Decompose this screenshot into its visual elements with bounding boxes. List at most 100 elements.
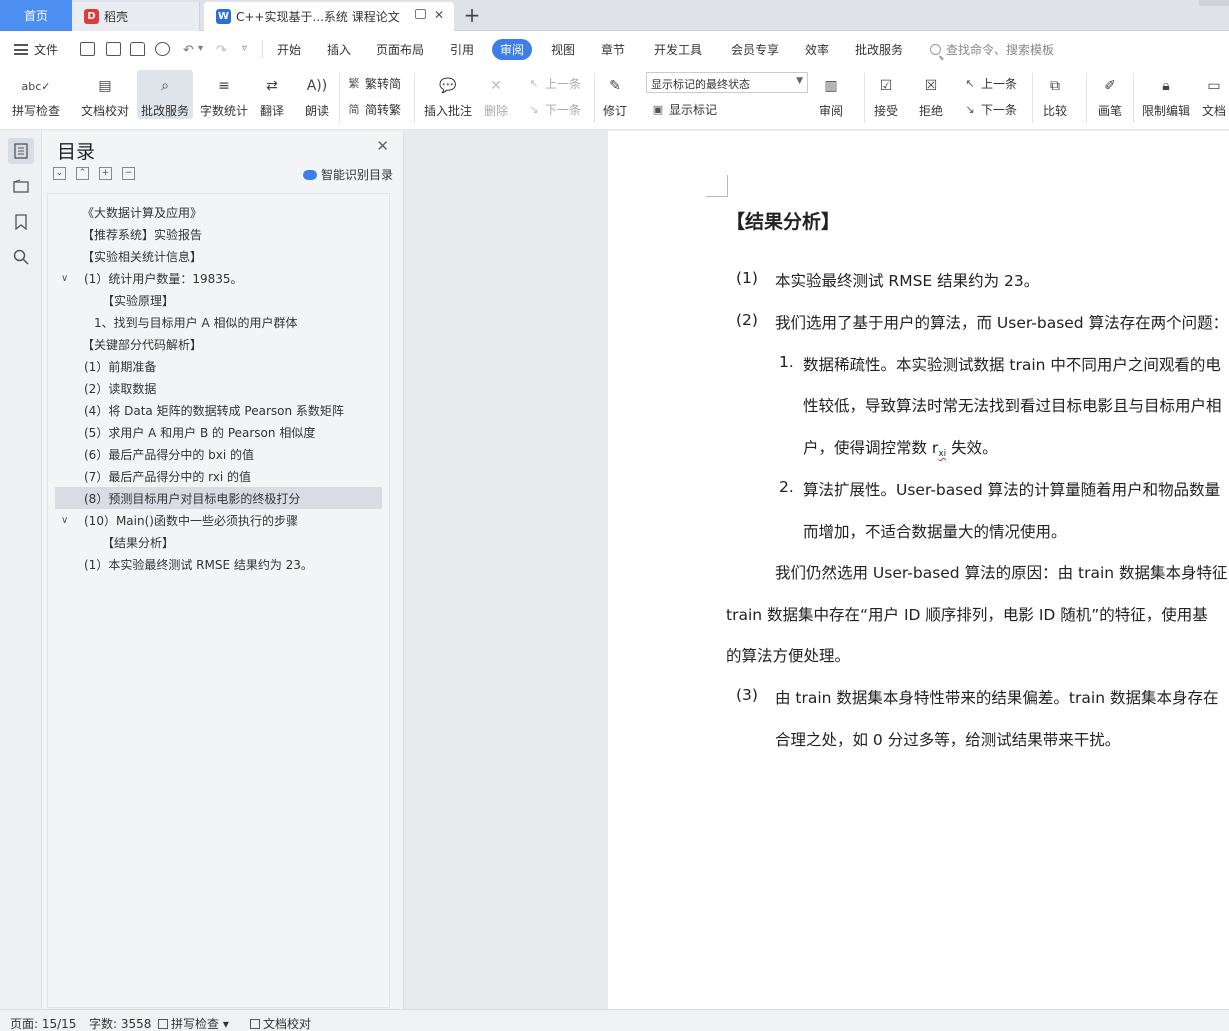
prev-change-button[interactable]: ↖ 上一条 xyxy=(963,75,1017,92)
chapter-rail-button[interactable] xyxy=(8,173,34,199)
search-icon xyxy=(930,44,941,55)
revise-button[interactable]: ✎ 修订 xyxy=(602,70,628,119)
proofread-status-label: 文档校对 xyxy=(263,1017,312,1031)
insert-comment-button[interactable]: 💬 插入批注 xyxy=(424,70,472,119)
toc-item[interactable]: 【推荐系统】实验报告 xyxy=(55,223,382,245)
spellcheck-status[interactable]: 拼写检查 ▾ xyxy=(158,1015,229,1031)
tab-document[interactable]: W C++实现基于...系统 课程论文 ✕ xyxy=(204,2,454,31)
simp-to-trad-button[interactable]: 简 简转繁 xyxy=(347,101,402,118)
export-pdf-icon[interactable] xyxy=(106,42,121,56)
doc-check-button[interactable]: ▤ 文档校对 xyxy=(81,70,129,119)
toc-item[interactable]: ∨ (10）Main()函数中一些必须执行的步骤 xyxy=(55,509,382,531)
find-rail-button[interactable] xyxy=(8,244,34,270)
list-item-text: 而增加，不适合数据量大的情况使用。 xyxy=(803,523,1067,541)
save-icon[interactable] xyxy=(80,42,95,56)
undo-icon[interactable]: ↶ xyxy=(183,43,194,58)
float-window-icon[interactable] xyxy=(415,9,426,19)
menu-efficiency[interactable]: 效率 xyxy=(805,41,829,58)
delete-comment-button[interactable]: ✕ 删除 xyxy=(483,70,509,119)
redo-icon[interactable]: ↷ xyxy=(216,43,227,58)
print-preview-icon[interactable] xyxy=(155,42,170,56)
menu-review[interactable]: 审阅 xyxy=(492,39,533,60)
toc-item[interactable]: (4）将 Data 矩阵的数据转成 Pearson 系数矩阵 xyxy=(55,399,382,421)
toc-item[interactable]: (8）预测目标用户对目标电影的终极打分 xyxy=(55,487,382,509)
pen-button[interactable]: ✐ 画笔 xyxy=(1097,70,1123,119)
toc-item[interactable]: (1）前期准备 xyxy=(55,355,382,377)
undo-dropdown-icon[interactable]: ▾ xyxy=(198,43,203,54)
toc-rail-button[interactable] xyxy=(8,138,34,164)
toc-item[interactable]: (7）最后产品得分中的 rxi 的值 xyxy=(55,465,382,487)
spellcheck-button[interactable]: abc✓ 拼写检查 xyxy=(12,70,60,119)
list-item-text: 数据稀疏性。本实验测试数据 train 中不同用户之间观看的电 xyxy=(803,356,1221,374)
trad-to-simp-label: 繁转简 xyxy=(365,77,402,91)
correction-service-button[interactable]: ⌕ 批改服务 xyxy=(137,70,194,119)
document-page[interactable]: 【结果分析】 (1) 本实验最终测试 RMSE 结果约为 23。 (2) 我们选… xyxy=(608,131,1229,1009)
chevron-down-icon[interactable]: ∨ xyxy=(61,515,68,526)
restrict-edit-button[interactable]: 🔒︎ 限制编辑 xyxy=(1142,70,1190,119)
toc-item[interactable]: ∨ (1）统计用户数量：19835。 xyxy=(55,267,382,289)
proofread-status[interactable]: 文档校对 xyxy=(250,1015,311,1031)
next-change-button[interactable]: ↘ 下一条 xyxy=(963,101,1017,118)
menu-reference[interactable]: 引用 xyxy=(450,41,474,58)
smart-toc-button[interactable]: 智能识别目录 xyxy=(302,166,393,183)
word-count-button[interactable]: ≡ 字数统计 xyxy=(200,70,248,119)
show-marks-button[interactable]: ▣ 显示标记 xyxy=(651,101,717,118)
menu-insert[interactable]: 插入 xyxy=(327,41,351,58)
toc-item[interactable]: 【实验相关统计信息】 xyxy=(55,245,382,267)
menu-start[interactable]: 开始 xyxy=(277,41,301,58)
accept-button[interactable]: ☑ 接受 xyxy=(873,70,899,119)
toc-item[interactable]: 1、找到与目标用户 A 相似的用户群体 xyxy=(55,311,382,333)
bookmark-rail-button[interactable] xyxy=(8,209,34,235)
trad-to-simp-button[interactable]: 繁 繁转简 xyxy=(347,75,402,92)
toc-item[interactable]: 【实验原理】 xyxy=(55,289,382,311)
command-search[interactable]: 查找命令、搜索模板 xyxy=(930,41,1054,58)
new-tab-button[interactable]: + xyxy=(460,3,484,27)
toc-item[interactable]: 【结果分析】 xyxy=(55,531,382,553)
chevron-down-icon[interactable]: ∨ xyxy=(61,273,68,284)
review-dropdown-button[interactable]: ▥ 审阅 xyxy=(818,70,844,119)
collapse-all-icon[interactable]: ⌄ xyxy=(53,167,66,180)
toc-item[interactable]: 【关键部分代码解析】 xyxy=(55,333,382,355)
file-menu-label: 文件 xyxy=(34,43,59,57)
next-comment-button[interactable]: ↘ 下一条 xyxy=(527,101,581,118)
toc-item[interactable]: 《大数据计算及应用》 xyxy=(55,201,382,223)
menu-chapter[interactable]: 章节 xyxy=(601,41,625,58)
tab-home[interactable]: 首页 xyxy=(0,0,72,31)
window-edge xyxy=(1199,0,1229,6)
doc-rights-button[interactable]: ▭ 文档 xyxy=(1201,70,1227,119)
read-aloud-button[interactable]: A)) 朗读 xyxy=(304,70,330,119)
page-indicator[interactable]: 页面: 15/15 xyxy=(10,1015,76,1031)
tab-daoke[interactable]: D 稻壳 xyxy=(72,2,200,31)
close-icon[interactable]: ✕ xyxy=(376,137,389,155)
toc-item[interactable]: (2）读取数据 xyxy=(55,377,382,399)
menu-dev-tools[interactable]: 开发工具 xyxy=(654,41,702,58)
menu-member[interactable]: 会员专享 xyxy=(731,41,779,58)
remove-heading-icon[interactable]: − xyxy=(122,167,135,180)
add-heading-icon[interactable]: + xyxy=(99,167,112,180)
toc-item[interactable]: (5）求用户 A 和用户 B 的 Pearson 相似度 xyxy=(55,421,382,443)
toc-pane: 目录 ✕ ⌄ ⌃ + − 智能识别目录 《大数据计算及应用》 【推荐系统】实验报告… xyxy=(42,131,404,1009)
nav-rail xyxy=(0,131,42,1009)
mark-state-select[interactable]: 显示标记的最终状态 ▼ xyxy=(646,72,808,93)
reject-icon: ☒ xyxy=(924,78,938,94)
para-number: (1) xyxy=(736,269,758,287)
reject-button[interactable]: ☒ 拒绝 xyxy=(918,70,944,119)
quick-access-dropdown-icon[interactable]: ▿ xyxy=(242,43,247,54)
next-comment-icon: ↘ xyxy=(529,102,539,116)
toc-item[interactable]: (1）本实验最终测试 RMSE 结果约为 23。 xyxy=(55,553,382,575)
ribbon-divider xyxy=(339,73,340,123)
compare-button[interactable]: ⧉ 比较 xyxy=(1042,70,1068,119)
menu-correction[interactable]: 批改服务 xyxy=(855,41,903,58)
toc-item[interactable]: (6）最后产品得分中的 bxi 的值 xyxy=(55,443,382,465)
translate-button[interactable]: ⇄ 翻译 xyxy=(259,70,285,119)
toc-item-label: 【结果分析】 xyxy=(102,535,175,550)
menu-page-layout[interactable]: 页面布局 xyxy=(376,41,424,58)
expand-all-icon[interactable]: ⌃ xyxy=(76,167,89,180)
close-tab-icon[interactable]: ✕ xyxy=(434,8,444,22)
menu-view[interactable]: 视图 xyxy=(551,41,575,58)
word-count-indicator[interactable]: 字数: 3558 xyxy=(89,1015,151,1031)
file-menu[interactable]: 文件 xyxy=(14,41,58,58)
para-number: (3) xyxy=(736,686,758,704)
print-icon[interactable] xyxy=(130,42,145,56)
prev-comment-button[interactable]: ↖ 上一条 xyxy=(527,75,581,92)
